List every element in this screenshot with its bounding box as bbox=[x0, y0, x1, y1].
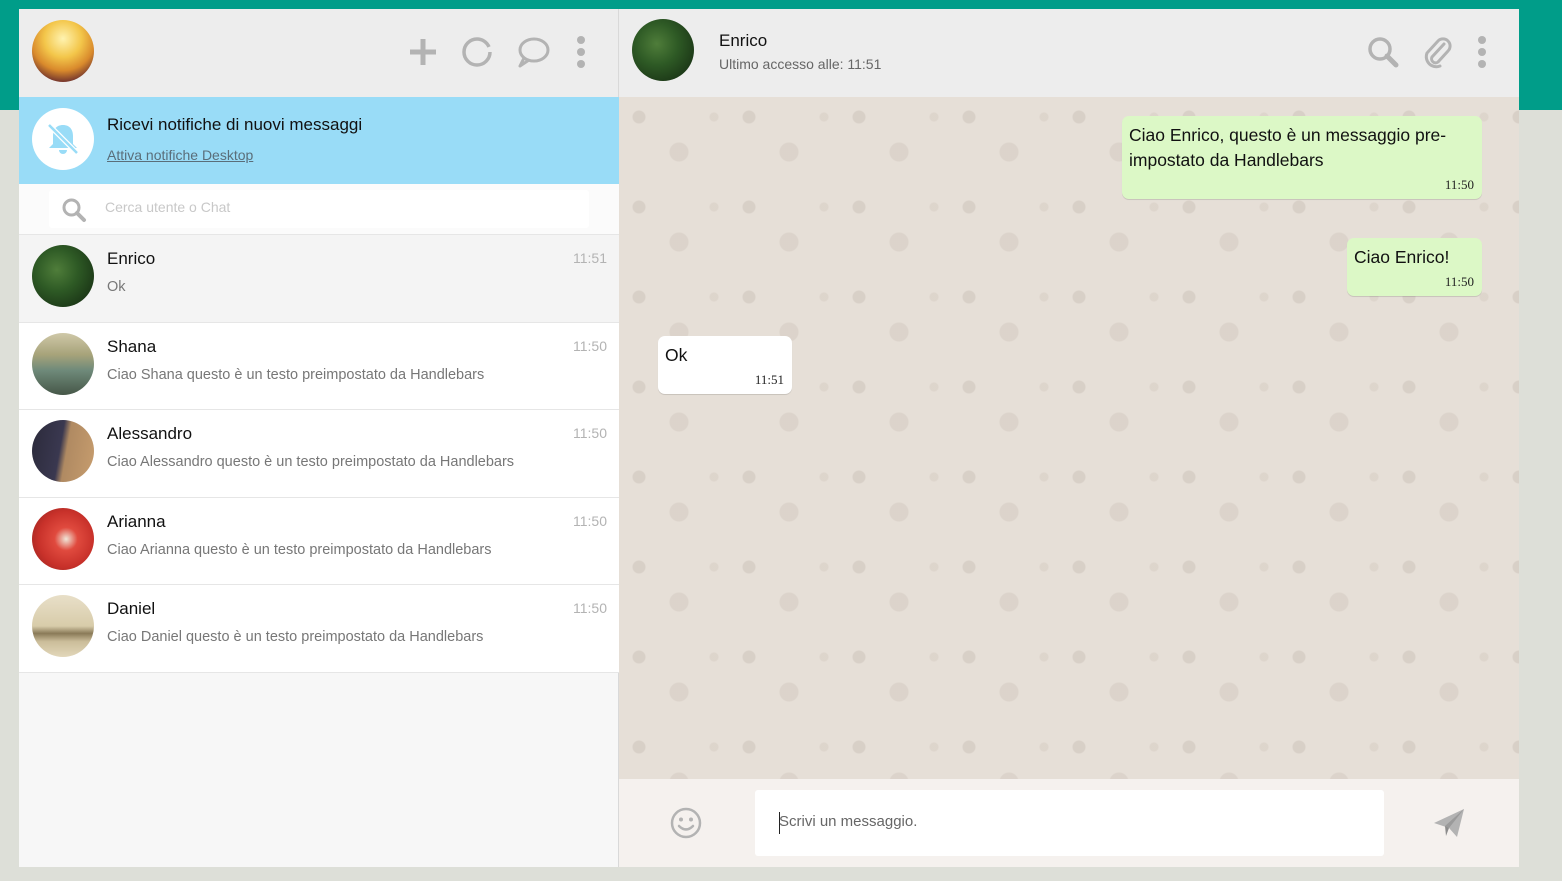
composer bbox=[619, 779, 1519, 867]
chat-preview: Ciao Alessandro questo è un testo preimp… bbox=[107, 454, 515, 470]
sidebar-header bbox=[19, 9, 618, 97]
contact-name: Enrico bbox=[719, 31, 768, 50]
contact-avatar[interactable] bbox=[632, 19, 694, 81]
chat-list-item[interactable]: Arianna Ciao Arianna questo è un testo p… bbox=[19, 497, 619, 585]
message-text: Ok bbox=[665, 345, 688, 365]
chat-list-item[interactable]: Daniel Ciao Daniel questo è un testo pre… bbox=[19, 585, 619, 673]
search-input[interactable] bbox=[105, 199, 575, 215]
emoji-icon[interactable] bbox=[669, 806, 703, 844]
sidebar: Ricevi notifiche di nuovi messaggi Attiv… bbox=[19, 9, 619, 867]
search-box bbox=[49, 190, 589, 228]
search-icon[interactable] bbox=[1366, 35, 1400, 69]
chat-list-item[interactable]: Enrico Ok 11:51 bbox=[19, 235, 619, 323]
search-icon bbox=[61, 197, 87, 227]
chat-time: 11:50 bbox=[573, 512, 607, 529]
contact-avatar bbox=[32, 507, 94, 570]
send-icon[interactable] bbox=[1431, 805, 1467, 845]
search-bar bbox=[19, 184, 619, 235]
chat-header: Enrico Ultimo accesso alle: 11:51 bbox=[619, 9, 1519, 97]
message-input-box bbox=[755, 790, 1384, 856]
message-bubble-outgoing: Ciao Enrico! 11:50 bbox=[1347, 238, 1482, 296]
message-area[interactable]: Ciao Enrico, questo è un messaggio pre-i… bbox=[619, 97, 1519, 779]
message-time: 11:50 bbox=[1444, 177, 1474, 192]
notification-banner: Ricevi notifiche di nuovi messaggi Attiv… bbox=[19, 97, 619, 184]
chat-pane: Enrico Ultimo accesso alle: 11:51 Ciao E… bbox=[619, 9, 1519, 867]
chat-name: Arianna bbox=[107, 511, 166, 531]
message-text: Ciao Enrico, questo è un messaggio pre-i… bbox=[1129, 125, 1447, 170]
chat-time: 11:50 bbox=[573, 337, 607, 354]
chat-preview: Ciao Shana questo è un testo preimpostat… bbox=[107, 366, 485, 383]
message-bubble-incoming: Ok 11:51 bbox=[658, 336, 792, 394]
chat-list-item[interactable]: Shana Ciao Shana questo è un testo preim… bbox=[19, 322, 619, 410]
app-window: Ricevi notifiche di nuovi messaggi Attiv… bbox=[19, 9, 1519, 867]
chat-name: Alessandro bbox=[107, 424, 193, 443]
menu-dots-icon[interactable] bbox=[564, 35, 598, 69]
chat-preview: Ciao Arianna questo è un testo preimpost… bbox=[107, 541, 492, 558]
chat-name: Shana bbox=[107, 336, 157, 356]
contact-avatar bbox=[32, 245, 94, 307]
notification-title: Ricevi notifiche di nuovi messaggi bbox=[107, 115, 363, 134]
plus-icon[interactable] bbox=[406, 35, 440, 69]
message-time: 11:50 bbox=[1444, 274, 1474, 289]
chat-time: 11:50 bbox=[573, 600, 607, 616]
chat-preview: Ciao Daniel questo è un testo preimposta… bbox=[107, 629, 484, 645]
chat-preview: Ok bbox=[107, 279, 126, 295]
chat-bubble-icon[interactable] bbox=[516, 35, 550, 69]
my-avatar[interactable] bbox=[32, 20, 94, 82]
chat-list: Enrico Ok 11:51 Shana Ciao Shana questo … bbox=[19, 235, 619, 673]
contact-avatar bbox=[32, 332, 94, 395]
contact-avatar bbox=[32, 595, 94, 657]
message-text: Ciao Enrico! bbox=[1354, 247, 1450, 267]
message-time: 11:51 bbox=[754, 372, 784, 387]
chat-name: Daniel bbox=[107, 599, 156, 618]
contact-avatar bbox=[32, 420, 94, 482]
paperclip-icon[interactable] bbox=[1420, 35, 1454, 69]
chat-time: 11:51 bbox=[573, 250, 607, 266]
last-seen-status: Ultimo accesso alle: 11:51 bbox=[719, 56, 882, 72]
menu-dots-icon[interactable] bbox=[1465, 35, 1499, 69]
bell-off-icon bbox=[32, 108, 94, 170]
message-input[interactable] bbox=[779, 813, 1359, 830]
chat-list-item[interactable]: Alessandro Ciao Alessandro questo è un t… bbox=[19, 410, 619, 498]
chat-time: 11:50 bbox=[573, 425, 607, 441]
enable-desktop-notifications-link[interactable]: Attiva notifiche Desktop bbox=[107, 147, 253, 163]
message-bubble-outgoing: Ciao Enrico, questo è un messaggio pre-i… bbox=[1122, 116, 1482, 199]
status-ring-icon[interactable] bbox=[460, 35, 494, 69]
chat-name: Enrico bbox=[107, 249, 156, 268]
